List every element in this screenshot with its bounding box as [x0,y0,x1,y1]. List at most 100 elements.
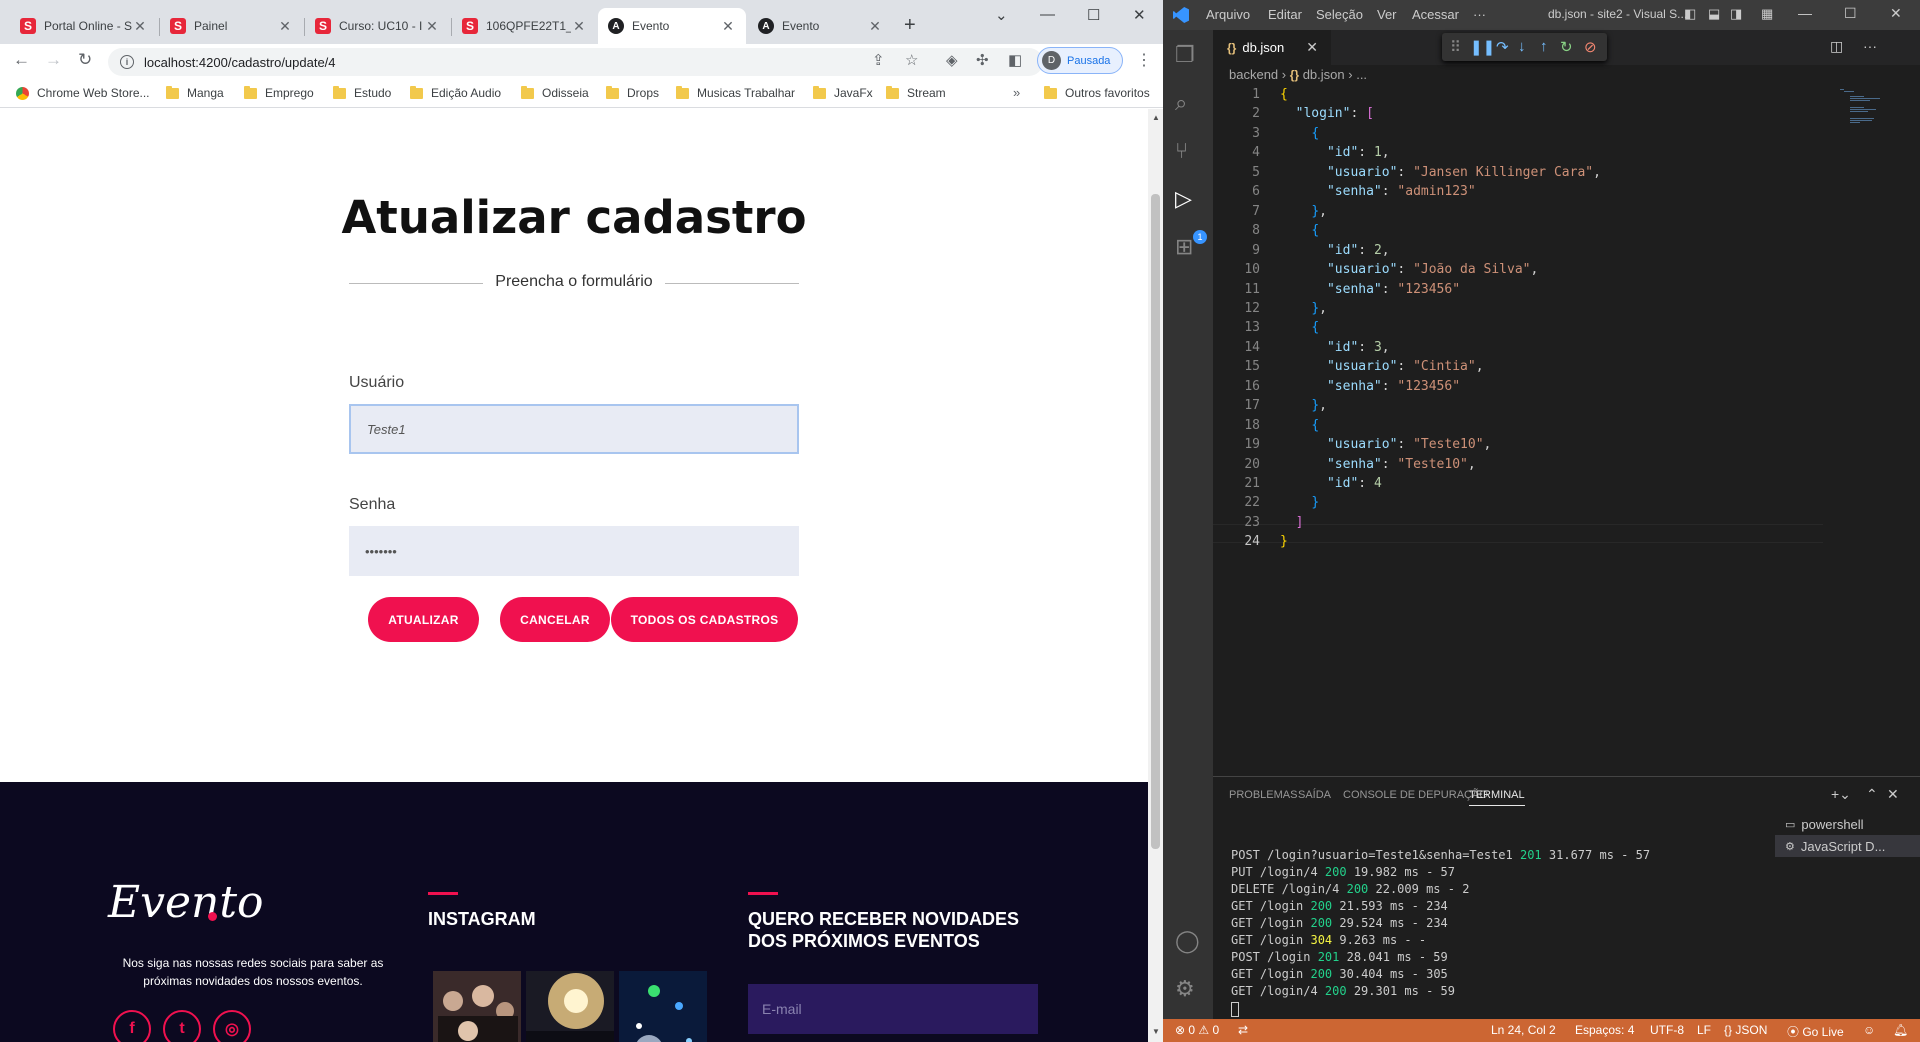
forward-button[interactable]: → [45,50,62,70]
browser-tab-curso[interactable]: S Curso: UC10 - I ✕ [305,8,450,44]
editor-tab-db-json[interactable]: {} db.json ✕ [1213,30,1331,65]
menu-ver[interactable]: Ver [1377,7,1397,22]
instagram-icon[interactable]: ◎ [213,1010,251,1042]
close-tab-icon[interactable]: ✕ [132,18,148,35]
user-input[interactable] [349,404,799,454]
all-records-button[interactable]: TODOS OS CADASTROS [611,597,798,642]
maximize-panel-icon[interactable]: ⌃ [1866,786,1878,803]
menu-acessar[interactable]: Acessar [1412,7,1459,22]
menu-arquivo[interactable]: Arquivo [1206,7,1250,22]
close-tab-icon[interactable]: ✕ [424,18,440,35]
evento-logo[interactable]: Evento [108,877,264,928]
address-bar[interactable]: i localhost:4200/cadastro/update/4 [108,48,1043,76]
email-input[interactable]: E-mail [748,984,1038,1034]
settings-gear-icon[interactable]: ⚙ [1175,976,1195,1002]
instagram-photo-discoball[interactable] [619,971,707,1042]
more-bookmarks-icon[interactable]: » [1013,85,1020,100]
new-terminal-icon[interactable]: +⌄ [1831,786,1851,803]
eol-status[interactable]: LF [1697,1023,1711,1037]
bookmark-folder[interactable]: Manga [166,85,224,100]
search-icon[interactable]: ⌕ [1175,90,1187,116]
bookmark-star-icon[interactable]: ☆ [905,51,918,69]
panel-tab-debug-console[interactable]: CONSOLE DE DEPURAÇÃO [1343,789,1488,801]
breadcrumb-folder[interactable]: backend [1229,67,1278,82]
terminal-js-debug[interactable]: ⚙ JavaScript D... [1775,835,1920,857]
browser-tab-106qpfe[interactable]: S 106QPFE22T1_ ✕ [452,8,597,44]
terminal-powershell[interactable]: ▭ powershell [1775,813,1920,835]
close-window-button[interactable]: ✕ [1890,5,1902,22]
language-mode[interactable]: {} JSON [1724,1023,1767,1037]
customize-layout-icon[interactable]: ▦ [1761,6,1773,22]
toggle-secondary-sidebar-icon[interactable]: ◨ [1730,6,1742,22]
other-bookmarks-folder[interactable]: Outros favoritos [1044,85,1150,100]
more-actions-icon[interactable]: ··· [1863,38,1877,54]
notifications-bell-icon[interactable]: 🔔︎ [1893,1023,1908,1037]
minimize-button[interactable]: — [1798,5,1812,21]
drag-handle-icon[interactable]: ⠿ [1450,38,1461,56]
close-tab-icon[interactable]: ✕ [867,18,883,35]
bookmark-folder[interactable]: Stream [886,85,946,100]
disconnect-icon[interactable]: ⊘ [1584,38,1597,56]
bookmark-folder[interactable]: Estudo [333,85,391,100]
site-info-icon[interactable]: i [120,55,134,69]
toggle-sidebar-icon[interactable]: ◧ [1684,6,1696,22]
run-debug-icon[interactable]: ▷ [1175,186,1192,212]
profile-button[interactable]: D Pausada [1037,47,1123,74]
encoding-status[interactable]: UTF-8 [1650,1023,1684,1037]
accounts-icon[interactable]: ◯ [1175,928,1200,954]
minimap[interactable] [1838,87,1906,132]
scroll-down-icon[interactable]: ▼ [1152,1027,1160,1036]
close-window-button[interactable]: ✕ [1133,6,1146,24]
reload-button[interactable]: ↻ [78,50,92,70]
step-out-icon[interactable]: ↑ [1540,38,1548,55]
close-panel-icon[interactable]: ✕ [1887,786,1899,803]
restart-icon[interactable]: ↻ [1560,38,1573,56]
chrome-menu-icon[interactable]: ⋮ [1136,50,1152,70]
bookmark-folder[interactable]: Odisseia [521,85,589,100]
go-live-button[interactable]: ⦿ Go Live [1787,1023,1844,1040]
twitter-icon[interactable]: t [163,1010,201,1042]
bookmark-folder[interactable]: Edição Audio [410,85,501,100]
extension-icon[interactable]: ◈ [946,51,958,69]
instagram-photo-crowd[interactable] [433,971,521,1042]
browser-tab-evento[interactable]: A Evento ✕ [748,8,893,44]
new-tab-button[interactable]: + [904,14,916,37]
maximize-button[interactable]: ☐ [1844,5,1857,22]
menu-selecao[interactable]: Seleção [1316,7,1363,22]
share-icon[interactable]: ⇪ [872,51,885,69]
side-panel-icon[interactable]: ◧ [1008,51,1022,69]
cursor-position[interactable]: Ln 24, Col 2 [1491,1023,1556,1037]
source-control-icon[interactable]: ⑂ [1175,138,1188,164]
step-over-icon[interactable]: ↷ [1496,38,1509,56]
split-editor-icon[interactable]: ◫ [1830,38,1843,55]
explorer-icon[interactable]: ❐ [1175,42,1195,68]
bookmark-folder[interactable]: Musicas Trabalhar [676,85,795,100]
panel-tab-output[interactable]: SAÍDA [1298,789,1331,801]
panel-tab-terminal[interactable]: TERMINAL [1469,789,1525,806]
toggle-panel-icon[interactable]: ⬓ [1708,6,1720,22]
password-input[interactable] [349,526,799,576]
close-tab-icon[interactable]: ✕ [277,18,293,35]
close-tab-icon[interactable]: ✕ [571,18,587,35]
tab-search-icon[interactable]: ⌄ [995,6,1008,24]
live-share-icon[interactable]: ⇄ [1238,1023,1248,1037]
page-scrollbar[interactable]: ▲ ▼ [1148,109,1163,1042]
breadcrumb-file[interactable]: db.json [1303,67,1345,82]
feedback-icon[interactable]: ☺ [1863,1023,1875,1037]
indentation-status[interactable]: Espaços: 4 [1575,1023,1634,1037]
problems-status[interactable]: ⊗ 0 ⚠ 0 [1175,1023,1219,1037]
step-into-icon[interactable]: ↓ [1518,38,1526,55]
back-button[interactable]: ← [13,50,30,70]
extensions-icon[interactable]: ⊞ [1175,234,1193,260]
browser-tab-portal[interactable]: S Portal Online - S ✕ [10,8,158,44]
close-tab-icon[interactable]: ✕ [1306,39,1318,56]
scrollbar-thumb[interactable] [1151,194,1160,849]
cancel-button[interactable]: CANCELAR [500,597,610,642]
menu-more[interactable]: ··· [1473,7,1486,22]
browser-tab-painel[interactable]: S Painel ✕ [160,8,303,44]
bookmark-folder[interactable]: Drops [606,85,659,100]
bookmark-folder[interactable]: JavaFx [813,85,873,100]
facebook-icon[interactable]: f [113,1010,151,1042]
maximize-button[interactable]: ☐ [1087,6,1100,24]
close-tab-icon[interactable]: ✕ [720,18,736,35]
